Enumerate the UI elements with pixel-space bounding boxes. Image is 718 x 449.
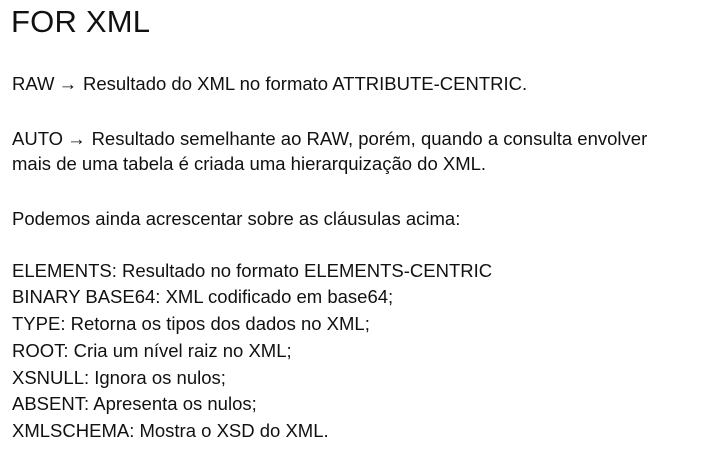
clause-item: ABSENT: Apresenta os nulos; [12,393,257,414]
clause-item: XSNULL: Ignora os nulos; [12,367,226,388]
clause-item: BINARY BASE64: XML codificado em base64; [12,286,394,307]
right-arrow-icon: → [67,128,86,149]
right-arrow-icon: → [58,73,77,94]
clause-item: XMLSCHEMA: Mostra o XSD do XML. [12,420,329,441]
clause-item: ELEMENTS: Resultado no formato ELEMENTS-… [12,260,493,281]
clause-item: ROOT: Cria um nível raiz no XML; [12,340,292,361]
clause-item: TYPE: Retorna os tipos dos dados no XML; [12,313,370,334]
auto-keyword: AUTO [12,128,64,149]
slide: FOR XML RAW → Resultado do XML no formato … [0,0,718,449]
auto-line: AUTO → Resultado semelhante ao RAW, porém,… [12,127,647,151]
raw-keyword: RAW [12,73,55,94]
auto-description-line2: mais de uma tabela é criada uma hierarqu… [12,153,487,174]
slide-title: FOR XML [11,4,151,39]
raw-description: Resultado do XML no formato ATTRIBUTE-CE… [82,73,528,94]
intro-text: Podemos ainda acrescentar sobre as cláus… [12,208,461,229]
raw-line: RAW → Resultado do XML no formato ATTRIBUT… [12,72,527,96]
auto-description-line1: Resultado semelhante ao RAW, porém, quan… [91,128,648,149]
